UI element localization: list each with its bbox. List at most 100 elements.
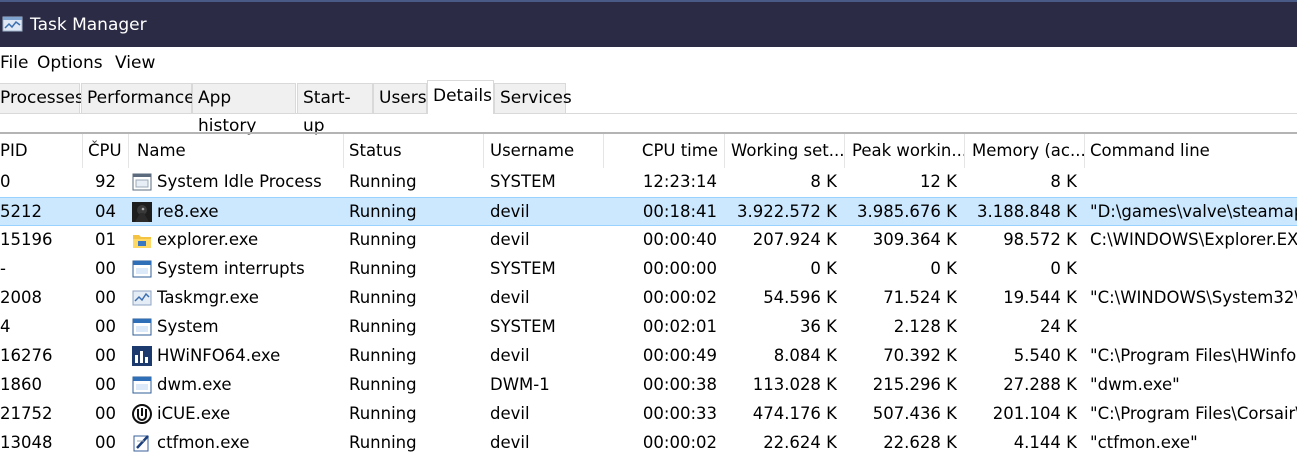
column-header-cpu[interactable]: CPU [82,134,128,168]
tab-start-up[interactable]: Start-up [297,83,373,136]
column-header-cpu-time[interactable]: CPU time [603,134,724,168]
column-header-memory[interactable]: Memory (ac... [966,134,1084,168]
process-row[interactable]: - 00 System interrupts Running SYSTEM 00:00:0… [0,255,1297,284]
column-header-name[interactable]: Name [131,134,343,168]
menu-bar: File Options View [0,47,1297,78]
title-bar: Task Manager [0,0,1297,47]
column-header-command-line[interactable]: Command line [1084,134,1297,168]
pid-cell: 1860 [0,375,42,394]
command-line-cell: "dwm.exe" [1090,375,1180,394]
process-row[interactable]: 0 92 System Idle Process Running SYSTEM 12:23… [0,168,1297,197]
cpu-time-cell: 12:23:14 [642,172,717,191]
peak-working-set-cell: 70.392 K [883,346,957,365]
process-row[interactable]: 13048 00 ctfmon.exe Running devil 00:00:02 22.… [0,429,1297,458]
process-row[interactable]: 1860 00 dwm.exe Running DWM-1 00:00:38 113.028… [0,371,1297,400]
ctfmon-icon [133,435,149,452]
status-cell: Running [349,259,417,278]
tab-details[interactable]: Details [427,80,494,114]
process-row[interactable]: 15196 01 explorer.exe Running devil 00:00:40 2… [0,226,1297,255]
pid-cell: 16276 [0,346,53,365]
hwinfo-icon [132,346,152,366]
column-header-status[interactable]: Status [343,134,483,168]
working-set-cell: 54.596 K [763,288,837,307]
working-set-cell: 207.924 K [752,230,837,249]
command-line-cell: "ctfmon.exe" [1090,433,1198,452]
window-title: Task Manager [30,15,147,35]
username-cell: devil [490,404,530,423]
pid-cell: 5212 [0,202,42,221]
peak-working-set-cell: 215.296 K [872,375,957,394]
tab-performance[interactable]: Performance [81,83,195,113]
cpu-cell: 00 [95,288,116,307]
command-line-cell: "C:\Program Files\HWinfo [1090,346,1297,365]
working-set-cell: 0 K [810,259,837,278]
process-name-cell: ctfmon.exe [157,433,250,452]
process-name-cell: re8.exe [157,202,219,221]
working-set-cell: 8.084 K [773,346,837,365]
peak-working-set-cell: 2.128 K [893,317,957,336]
working-set-cell: 3.922.572 K [736,202,837,221]
working-set-cell: 113.028 K [752,375,837,394]
peak-working-set-cell: 507.436 K [872,404,957,423]
menu-view[interactable]: View [115,53,155,73]
process-row[interactable]: 21752 00 iCUE.exe Running devil 00:00:33 474.1… [0,400,1297,429]
system-idle-icon [132,173,152,191]
task-manager-icon [132,290,152,306]
process-name-cell: System interrupts [157,259,305,278]
cpu-cell: 00 [95,317,116,336]
tab-divider [0,113,1297,114]
tab-processes[interactable]: Processes [0,83,84,113]
username-cell: SYSTEM [490,317,556,336]
peak-working-set-cell: 12 K [919,172,957,191]
username-cell: devil [490,433,530,452]
username-cell: devil [490,202,530,221]
column-header-peak-working-set[interactable]: Peak workin... [846,134,964,168]
peak-working-set-cell: 22.628 K [883,433,957,452]
command-line-cell: "C:\WINDOWS\System32\ [1090,288,1297,307]
cpu-cell: 04 [95,202,116,221]
process-name-cell: iCUE.exe [157,404,231,423]
cpu-time-cell: 00:02:01 [642,317,717,336]
tab-users[interactable]: Users [373,83,427,113]
column-header-working-set[interactable]: Working set... [725,134,844,168]
pid-cell: 4 [0,317,11,336]
working-set-cell: 474.176 K [752,404,837,423]
tab-app-history[interactable]: App history [192,83,296,136]
peak-working-set-cell: 3.985.676 K [856,202,957,221]
process-name-cell: HWiNFO64.exe [157,346,281,365]
sort-descending-icon: ⌄ [90,133,100,146]
memory-cell: 19.544 K [1003,288,1077,307]
cpu-cell: 00 [95,346,116,365]
tab-bar: Processes Performance App history Start-… [0,80,1297,136]
cpu-cell: 00 [95,259,116,278]
menu-file[interactable]: File [0,53,28,73]
cpu-time-cell: 00:00:02 [642,288,717,307]
process-row[interactable]: 4 00 System Running SYSTEM 00:02:01 36 K 2.128 … [0,313,1297,342]
command-line-cell: C:\WINDOWS\Explorer.EX [1090,230,1297,249]
cpu-cell: 00 [95,375,116,394]
system-window-icon [132,260,152,278]
pid-cell: 15196 [0,230,53,249]
re8-icon [132,202,152,222]
column-header-row: PID CPU Name Status Username CPU time Wo… [0,134,1297,168]
cpu-cell: 00 [95,433,116,452]
process-name-cell: System [157,317,219,336]
process-name-cell: System Idle Process [157,172,322,191]
memory-cell: 5.540 K [1013,346,1077,365]
status-cell: Running [349,288,417,307]
menu-options[interactable]: Options [37,53,103,73]
tab-services[interactable]: Services [494,83,572,113]
column-header-pid[interactable]: PID [0,134,82,168]
process-row[interactable]: 5212 04 re8.exe Running devil 00:18:41 3.922.5… [0,197,1297,226]
column-header-username[interactable]: Username [484,134,603,168]
folder-icon [133,235,151,248]
cpu-time-cell: 00:00:40 [642,230,717,249]
process-name-cell: Taskmgr.exe [157,288,259,307]
cpu-time-cell: 00:00:33 [642,404,717,423]
process-row[interactable]: 16276 00 HWiNFO64.exe Running devil 00:00:49 8… [0,342,1297,371]
peak-working-set-cell: 0 K [930,259,957,278]
status-cell: Running [349,202,417,221]
memory-cell: 4.144 K [1013,433,1077,452]
pid-cell: 0 [0,172,11,191]
process-row[interactable]: 2008 00 Taskmgr.exe Running devil 00:00:02 54.… [0,284,1297,313]
